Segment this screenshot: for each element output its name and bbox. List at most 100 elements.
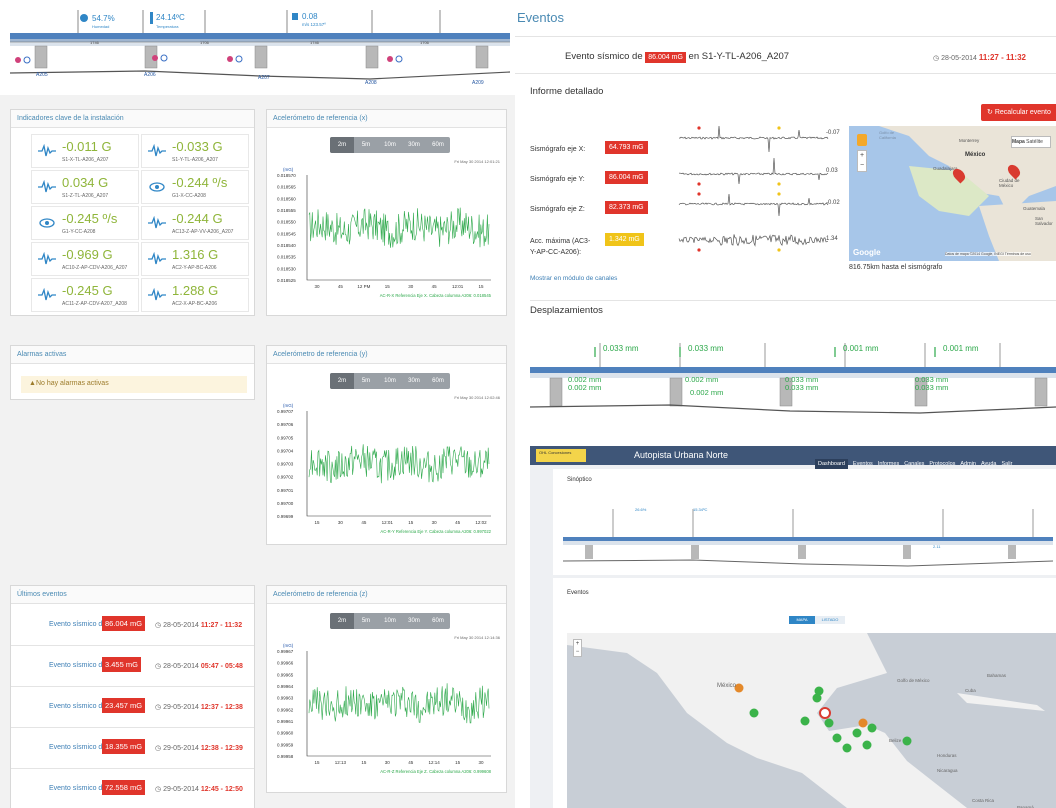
range-30m[interactable]: 30m bbox=[402, 613, 426, 629]
range-2m[interactable]: 2m bbox=[330, 137, 354, 153]
y-tick: 0.99966 bbox=[277, 661, 294, 666]
map-label: Honduras bbox=[937, 753, 957, 758]
axis bbox=[306, 411, 491, 517]
event-date: 29-05-2014 bbox=[163, 704, 199, 711]
chart-legend: AC-R-Z Referencia Eje Z. Cabeza columna … bbox=[380, 769, 491, 774]
recalculate-button[interactable]: ↻ Recalcular evento bbox=[981, 104, 1056, 121]
zoom-control[interactable]: + − bbox=[857, 150, 867, 172]
kpi-card: -0.033 G S1-Y-TL-A206_A207 bbox=[141, 134, 249, 168]
nav-dashboard[interactable]: Dashboard bbox=[815, 459, 848, 469]
nav-eventos[interactable]: Eventos bbox=[853, 461, 873, 467]
sismografo-label: Sismógrafo eje Z: bbox=[530, 206, 585, 213]
range-5m[interactable]: 5m bbox=[354, 613, 378, 629]
time-range-selector[interactable]: 2m 5m 10m 30m 60m bbox=[330, 613, 450, 629]
kpi-panel: Indicadores clave de la instalación -0.0… bbox=[10, 109, 255, 316]
tab-mapa[interactable]: MAPA bbox=[789, 616, 815, 624]
map-footer[interactable]: Datos de mapa ©2014 Google, INEGI Términ… bbox=[945, 252, 1031, 256]
humidity-sub: Humedad bbox=[92, 24, 110, 29]
range-30m[interactable]: 30m bbox=[402, 137, 426, 153]
panel-title: Alarmas activas bbox=[11, 346, 254, 364]
events-map[interactable]: + − México Golfo de México Cuba Bahamas Hondu… bbox=[567, 633, 1056, 808]
mini-wind: 2.11 bbox=[933, 544, 941, 549]
axis bbox=[306, 175, 491, 281]
event-row[interactable]: Evento sísmico de 86.004 mG ◷ 28-05-2014 1… bbox=[11, 605, 254, 646]
y-tick: 0.99703 bbox=[277, 462, 294, 467]
trace-marker bbox=[777, 126, 781, 130]
kpi-card: -0.244 º/s G1-X-CC-A208 bbox=[141, 170, 249, 204]
eventos-title: Eventos bbox=[567, 590, 589, 596]
x-tick: 30 bbox=[314, 284, 320, 289]
kpi-value: -0.245 G bbox=[62, 283, 113, 298]
trace-marker bbox=[697, 126, 701, 130]
warning-icon: ▲ bbox=[29, 380, 36, 387]
sismografo-value: 64.793 mG bbox=[605, 141, 648, 154]
event-link[interactable]: Evento sísmico de bbox=[49, 621, 106, 628]
event-map[interactable]: + − Mapa Satélite Monterrey México Guadal… bbox=[849, 126, 1056, 261]
displacement-value: 0.002 mm bbox=[568, 383, 601, 392]
range-10m[interactable]: 10m bbox=[378, 137, 402, 153]
sismografo-label: Acc. máxima (AC3-Y-AP-CC-A206): bbox=[530, 238, 591, 256]
pegman-icon[interactable] bbox=[857, 134, 867, 146]
events-zoom-control[interactable]: + − bbox=[573, 639, 582, 657]
clock-icon: ◷ bbox=[155, 704, 162, 711]
satellite-tab[interactable]: Satélite bbox=[1026, 139, 1043, 145]
unit-label: (mG) bbox=[283, 643, 294, 648]
nav-admin[interactable]: Admin bbox=[960, 461, 976, 467]
y-tick: 0.99965 bbox=[277, 672, 294, 677]
event-row[interactable]: Evento sísmico de 23.457 mG ◷ 29-05-2014 1… bbox=[11, 687, 254, 728]
range-60m[interactable]: 60m bbox=[426, 613, 450, 629]
range-30m[interactable]: 30m bbox=[402, 373, 426, 389]
app-sinoptico: Sinóptico 26.6% 15.34ºC 2.11 bbox=[553, 469, 1056, 575]
range-5m[interactable]: 5m bbox=[354, 373, 378, 389]
kpi-card: -0.245 G AC11-Z-AP-CDV-A207_A208 bbox=[31, 278, 139, 312]
map-label: Monterrey bbox=[959, 138, 980, 143]
nav-protocolos[interactable]: Protocolos bbox=[929, 461, 955, 467]
y-tick: 0.99959 bbox=[277, 742, 294, 747]
event-link[interactable]: Evento sísmico de bbox=[49, 785, 106, 792]
nav-ayuda[interactable]: Ayuda bbox=[981, 461, 997, 467]
events-panel: Últimos eventos Evento sísmico de 86.004 … bbox=[10, 585, 255, 808]
event-row[interactable]: Evento sísmico de 18.355 mG ◷ 29-05-2014 1… bbox=[11, 728, 254, 769]
mostrar-canales-link[interactable]: Mostrar en módulo de canales bbox=[530, 275, 617, 282]
nav-informes[interactable]: Informes bbox=[878, 461, 899, 467]
chart-date: Fri May 30 2014 12:02:46 bbox=[454, 395, 500, 400]
x-tick: 45 bbox=[432, 284, 438, 289]
range-2m[interactable]: 2m bbox=[330, 613, 354, 629]
temperature-sub: Temperatura bbox=[156, 24, 179, 29]
kpi-card: 1.288 G AC2-X-AP-BC-A206 bbox=[141, 278, 249, 312]
x-tick: 30 bbox=[478, 760, 484, 765]
range-10m[interactable]: 10m bbox=[378, 613, 402, 629]
time-range-selector[interactable]: 2m 5m 10m 30m 60m bbox=[330, 373, 450, 389]
y-tick: 0.018535 bbox=[277, 255, 296, 260]
kpi-card: -0.245 º/s G1-Y-CC-A208 bbox=[31, 206, 139, 240]
nav-canales[interactable]: Canales bbox=[904, 461, 924, 467]
panel-title: Acelerómetro de referencia (z) bbox=[267, 586, 506, 604]
event-link[interactable]: Evento sísmico de bbox=[49, 703, 106, 710]
span-label: 1706 bbox=[420, 40, 429, 45]
range-5m[interactable]: 5m bbox=[354, 137, 378, 153]
x-tick: 12 PM bbox=[357, 284, 370, 289]
accel-plot: (mG)0.99707 0.99706 0.99705 0.99704 0.99703 0… bbox=[277, 403, 492, 534]
y-tick: 0.018540 bbox=[277, 243, 296, 248]
event-row[interactable]: Evento sísmico de 3.455 mG ◷ 28-05-2014 05… bbox=[11, 646, 254, 687]
sismografo-value: 86.004 mG bbox=[605, 171, 648, 184]
x-tick: 15 bbox=[361, 760, 367, 765]
range-10m[interactable]: 10m bbox=[378, 373, 402, 389]
event-link[interactable]: Evento sísmico de bbox=[49, 744, 106, 751]
map-type-toggle[interactable]: Mapa Satélite bbox=[1011, 136, 1051, 148]
range-2m[interactable]: 2m bbox=[330, 373, 354, 389]
range-60m[interactable]: 60m bbox=[426, 137, 450, 153]
map-label: Cuba bbox=[965, 688, 976, 693]
x-tick: 45 bbox=[408, 760, 414, 765]
nav-salir[interactable]: Salir bbox=[1001, 461, 1012, 467]
event-value-badge: 86.004 mG bbox=[102, 616, 146, 631]
event-link[interactable]: Evento sísmico de bbox=[49, 662, 106, 669]
tab-listado[interactable]: LISTADO bbox=[815, 616, 845, 624]
accel-chart-x: 2m 5m 10m 30m 60m Fri May 30 2014 12:01:21 (mG… bbox=[267, 129, 506, 309]
event-row[interactable]: Evento sísmico de 72.558 mG ◷ 29-05-2014 1… bbox=[11, 769, 254, 808]
map-tab[interactable]: Mapa bbox=[1012, 139, 1025, 145]
range-60m[interactable]: 60m bbox=[426, 373, 450, 389]
column bbox=[669, 377, 683, 407]
time-range-selector[interactable]: 2m 5m 10m 30m 60m bbox=[330, 137, 450, 153]
brand-logo[interactable]: OHL Concesiones bbox=[536, 449, 586, 462]
